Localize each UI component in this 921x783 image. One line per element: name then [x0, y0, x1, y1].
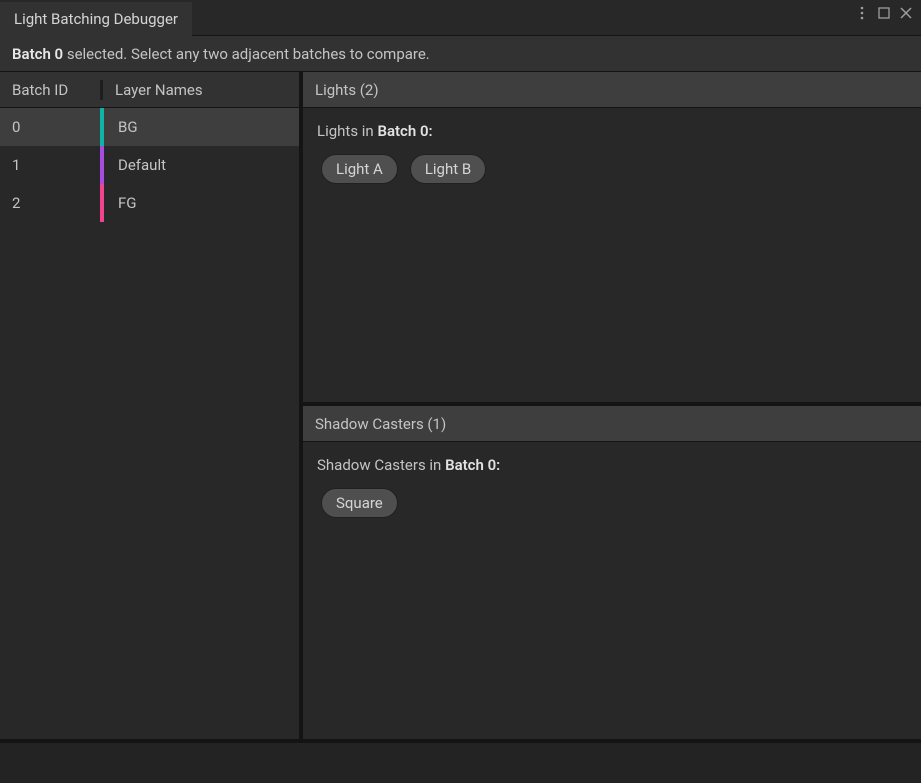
more-icon[interactable]	[855, 6, 869, 20]
layer-name-cell: FG	[104, 187, 299, 219]
lights-title-line: Lights in Batch 0:	[317, 122, 907, 140]
batch-row[interactable]: 2FG	[0, 184, 299, 222]
lights-chips: Light A Light B	[317, 154, 907, 184]
lights-section: Lights (2) Lights in Batch 0: Light ALig…	[303, 72, 921, 402]
shadows-header: Shadow Casters (1)	[303, 406, 921, 442]
header-batch-id: Batch ID	[0, 74, 100, 106]
content: Batch ID Layer Names 0BG1Default2FG Ligh…	[0, 72, 921, 739]
batch-id-cell: 2	[0, 187, 100, 219]
shadows-title-line: Shadow Casters in Batch 0:	[317, 456, 907, 474]
lights-title-bold: Batch 0:	[377, 122, 432, 140]
batch-id-cell: 0	[0, 111, 100, 143]
lights-body: Lights in Batch 0: Light A Light B	[303, 108, 921, 402]
batch-row[interactable]: 0BG	[0, 108, 299, 146]
batch-row[interactable]: 1Default	[0, 146, 299, 184]
shadows-title-prefix: Shadow Casters in	[317, 456, 445, 474]
shadows-title-bold: Batch 0:	[445, 456, 500, 474]
shadows-section: Shadow Casters (1) Shadow Casters in Bat…	[303, 406, 921, 739]
batch-id-cell: 1	[0, 149, 100, 181]
window-tab[interactable]: Light Batching Debugger	[0, 2, 192, 36]
light-chip[interactable]: Light B	[410, 154, 486, 184]
window-title: Light Batching Debugger	[14, 10, 178, 28]
layer-name-cell: Default	[104, 149, 299, 181]
layer-name-cell: BG	[104, 111, 299, 143]
details-panel: Lights (2) Lights in Batch 0: Light ALig…	[303, 72, 921, 739]
shadows-body: Shadow Casters in Batch 0: Square	[303, 442, 921, 739]
lights-header-label: Lights (2)	[315, 81, 379, 99]
shadows-chips: Square	[317, 488, 907, 518]
lights-title-prefix: Lights in	[317, 122, 377, 140]
info-text: Batch 0 selected. Select any two adjacen…	[12, 45, 430, 63]
footer-bar	[0, 739, 921, 783]
header-layer-names: Layer Names	[103, 74, 299, 106]
window-controls	[847, 0, 921, 26]
lights-header: Lights (2)	[303, 72, 921, 108]
close-icon[interactable]	[899, 6, 913, 20]
shadows-header-label: Shadow Casters (1)	[315, 415, 446, 433]
batch-list-panel: Batch ID Layer Names 0BG1Default2FG	[0, 72, 299, 739]
info-suffix: selected. Select any two adjacent batche…	[63, 45, 430, 63]
info-bold: Batch 0	[12, 45, 63, 63]
maximize-icon[interactable]	[877, 6, 891, 20]
titlebar: Light Batching Debugger	[0, 0, 921, 36]
info-bar: Batch 0 selected. Select any two adjacen…	[0, 36, 921, 72]
batch-table-header: Batch ID Layer Names	[0, 72, 299, 108]
batch-rows-container: 0BG1Default2FG	[0, 108, 299, 222]
shadow-caster-chip[interactable]: Square	[321, 488, 398, 518]
light-chip[interactable]: Light A	[321, 154, 398, 184]
